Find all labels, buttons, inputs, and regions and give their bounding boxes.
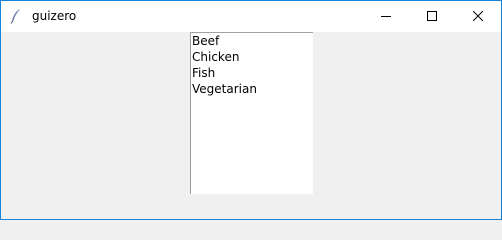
list-item[interactable]: Fish <box>191 65 313 81</box>
minimize-button[interactable] <box>363 1 409 32</box>
feather-icon <box>8 8 24 24</box>
minimize-icon <box>381 16 391 17</box>
maximize-button[interactable] <box>409 1 455 32</box>
list-item[interactable]: Chicken <box>191 49 313 65</box>
close-icon <box>473 11 483 21</box>
close-button[interactable] <box>455 1 501 32</box>
list-item[interactable]: Beef <box>191 33 313 49</box>
food-listbox[interactable]: Beef Chicken Fish Vegetarian <box>190 32 313 194</box>
title-bar[interactable]: guizero <box>1 1 501 32</box>
window-title: guizero <box>32 9 77 23</box>
maximize-icon <box>427 11 437 21</box>
app-window: guizero Beef Chicken Fish Vegetarian <box>0 0 502 220</box>
list-item[interactable]: Vegetarian <box>191 81 313 97</box>
window-client-area: Beef Chicken Fish Vegetarian <box>1 32 501 219</box>
